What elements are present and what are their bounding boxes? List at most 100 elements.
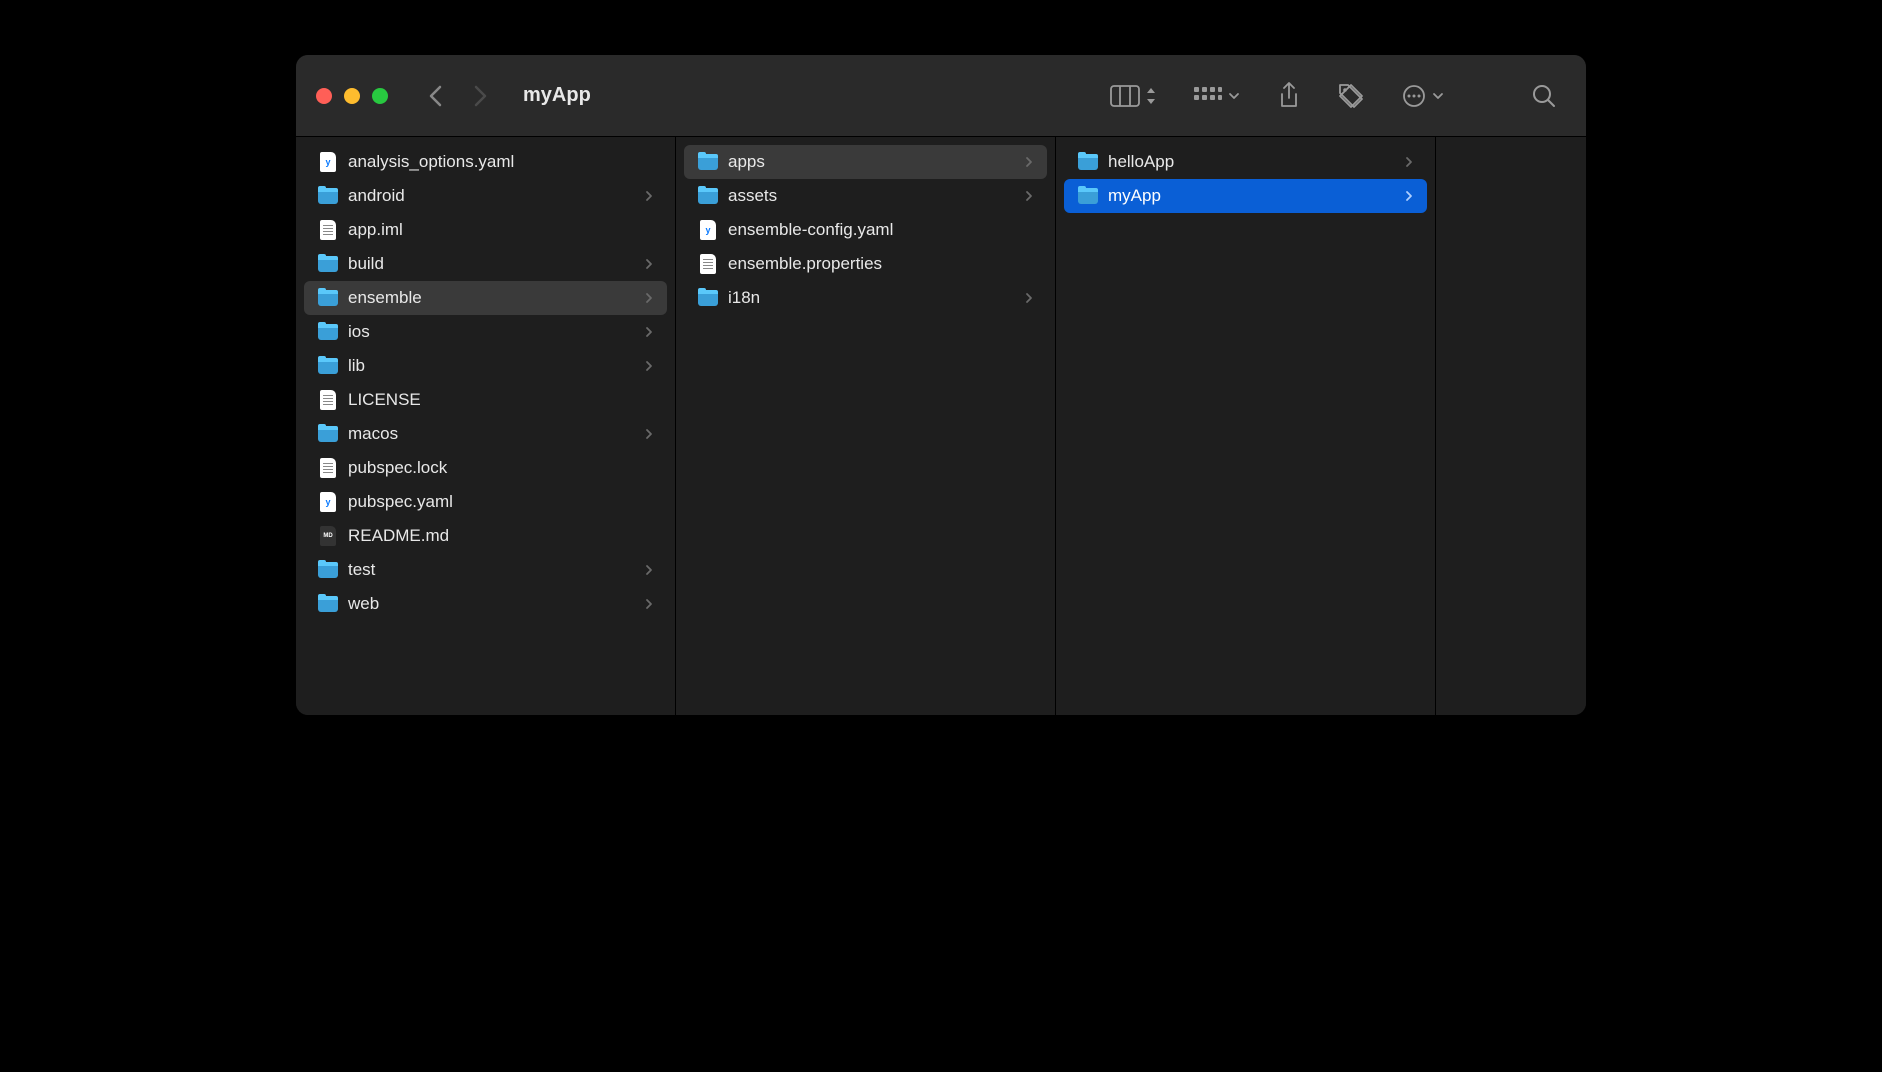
folder-icon: [318, 256, 338, 272]
folder-item[interactable]: ios: [304, 315, 667, 349]
file-name: android: [348, 186, 645, 206]
folder-item[interactable]: lib: [304, 349, 667, 383]
column-3: helloApp myApp: [1056, 137, 1436, 715]
file-name: ensemble-config.yaml: [728, 220, 1033, 240]
file-item[interactable]: ensemble.properties: [684, 247, 1047, 281]
yaml-file-icon: [700, 220, 716, 240]
columns-view: analysis_options.yamlandroid app.iml build…: [296, 137, 1586, 715]
chevron-right-icon: [1025, 292, 1033, 304]
folder-icon: [318, 426, 338, 442]
file-name: helloApp: [1108, 152, 1405, 172]
file-name: pubspec.lock: [348, 458, 653, 478]
file-name: macos: [348, 424, 645, 444]
folder-item[interactable]: helloApp: [1064, 145, 1427, 179]
tag-icon: [1338, 83, 1364, 109]
folder-icon: [1078, 154, 1098, 170]
folder-icon: [318, 290, 338, 306]
file-icon: [320, 390, 336, 410]
file-icon: [320, 458, 336, 478]
file-item[interactable]: LICENSE: [304, 383, 667, 417]
file-icon: [320, 220, 336, 240]
grid-icon: [1194, 87, 1222, 105]
share-button[interactable]: [1278, 82, 1300, 110]
chevron-down-icon: [1432, 92, 1444, 100]
folder-item[interactable]: test: [304, 553, 667, 587]
file-item[interactable]: app.iml: [304, 213, 667, 247]
column-preview: [1436, 137, 1586, 715]
file-name: ensemble: [348, 288, 645, 308]
file-name: analysis_options.yaml: [348, 152, 653, 172]
search-icon: [1532, 84, 1556, 108]
folder-item[interactable]: web: [304, 587, 667, 621]
folder-icon: [698, 154, 718, 170]
folder-icon: [318, 596, 338, 612]
folder-item[interactable]: apps: [684, 145, 1047, 179]
file-item[interactable]: pubspec.lock: [304, 451, 667, 485]
chevron-right-icon: [645, 292, 653, 304]
chevron-right-icon: [1025, 190, 1033, 202]
file-name: i18n: [728, 288, 1025, 308]
nav-buttons: [428, 84, 488, 108]
chevron-right-icon: [645, 598, 653, 610]
search-button[interactable]: [1532, 84, 1556, 108]
file-name: build: [348, 254, 645, 274]
chevron-right-icon: [1405, 190, 1413, 202]
file-name: LICENSE: [348, 390, 653, 410]
yaml-file-icon: [320, 152, 336, 172]
titlebar: myApp: [296, 55, 1586, 137]
folder-icon: [698, 290, 718, 306]
file-name: README.md: [348, 526, 653, 546]
column-1: analysis_options.yamlandroid app.iml build…: [296, 137, 676, 715]
folder-item[interactable]: myApp: [1064, 179, 1427, 213]
file-name: assets: [728, 186, 1025, 206]
file-name: ensemble.properties: [728, 254, 1033, 274]
chevron-down-icon: [1228, 92, 1240, 100]
folder-item[interactable]: build: [304, 247, 667, 281]
finder-window: myApp: [296, 55, 1586, 715]
more-icon: [1402, 84, 1426, 108]
chevron-right-icon: [645, 326, 653, 338]
chevron-right-icon: [645, 564, 653, 576]
yaml-file-icon: [320, 492, 336, 512]
file-item[interactable]: analysis_options.yaml: [304, 145, 667, 179]
view-columns-button[interactable]: [1110, 85, 1156, 107]
folder-item[interactable]: macos: [304, 417, 667, 451]
share-icon: [1278, 82, 1300, 110]
folder-item[interactable]: assets: [684, 179, 1047, 213]
tags-button[interactable]: [1338, 83, 1364, 109]
traffic-lights: [316, 88, 388, 104]
file-item[interactable]: README.md: [304, 519, 667, 553]
chevron-left-icon: [428, 84, 443, 108]
chevron-right-icon: [645, 360, 653, 372]
close-button[interactable]: [316, 88, 332, 104]
folder-icon: [318, 358, 338, 374]
chevron-right-icon: [645, 190, 653, 202]
up-down-chevron-icon: [1146, 87, 1156, 105]
folder-item[interactable]: android: [304, 179, 667, 213]
maximize-button[interactable]: [372, 88, 388, 104]
forward-button[interactable]: [473, 84, 488, 108]
file-name: myApp: [1108, 186, 1405, 206]
file-item[interactable]: pubspec.yaml: [304, 485, 667, 519]
toolbar: [1110, 82, 1566, 110]
file-item[interactable]: ensemble-config.yaml: [684, 213, 1047, 247]
markdown-file-icon: [320, 526, 336, 546]
window-title: myApp: [523, 84, 591, 107]
action-button[interactable]: [1402, 84, 1444, 108]
chevron-right-icon: [645, 428, 653, 440]
folder-icon: [1078, 188, 1098, 204]
group-button[interactable]: [1194, 87, 1240, 105]
folder-item[interactable]: i18n: [684, 281, 1047, 315]
folder-item[interactable]: ensemble: [304, 281, 667, 315]
minimize-button[interactable]: [344, 88, 360, 104]
column-2: apps assets ensemble-config.yaml ensemble.p…: [676, 137, 1056, 715]
folder-icon: [318, 188, 338, 204]
file-name: lib: [348, 356, 645, 376]
file-name: app.iml: [348, 220, 653, 240]
chevron-right-icon: [645, 258, 653, 270]
file-name: web: [348, 594, 645, 614]
back-button[interactable]: [428, 84, 443, 108]
file-name: ios: [348, 322, 645, 342]
chevron-right-icon: [1405, 156, 1413, 168]
file-name: pubspec.yaml: [348, 492, 653, 512]
